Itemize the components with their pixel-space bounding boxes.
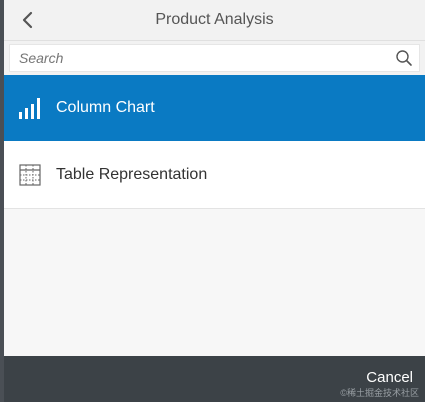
option-list: Column Chart Table Representation xyxy=(4,75,425,209)
column-chart-icon xyxy=(19,98,40,119)
dialog-header: Product Analysis xyxy=(4,0,425,41)
dialog-footer: Cancel ©稀土掘金技术社区 xyxy=(4,356,425,402)
watermark-text: ©稀土掘金技术社区 xyxy=(340,388,419,398)
table-icon xyxy=(19,163,41,186)
search-box xyxy=(9,44,420,72)
page-title: Product Analysis xyxy=(155,11,274,28)
list-item-table-representation[interactable]: Table Representation xyxy=(4,141,425,209)
dialog: Product Analysis Column Chart xyxy=(4,0,425,402)
list-item-label: Column Chart xyxy=(56,99,155,116)
search-input[interactable] xyxy=(10,45,399,71)
cancel-button[interactable]: Cancel xyxy=(366,369,413,386)
list-item-label: Table Representation xyxy=(56,165,208,183)
list-item-column-chart[interactable]: Column Chart xyxy=(4,75,425,141)
search-icon[interactable] xyxy=(395,49,413,67)
search-bar xyxy=(4,41,425,75)
